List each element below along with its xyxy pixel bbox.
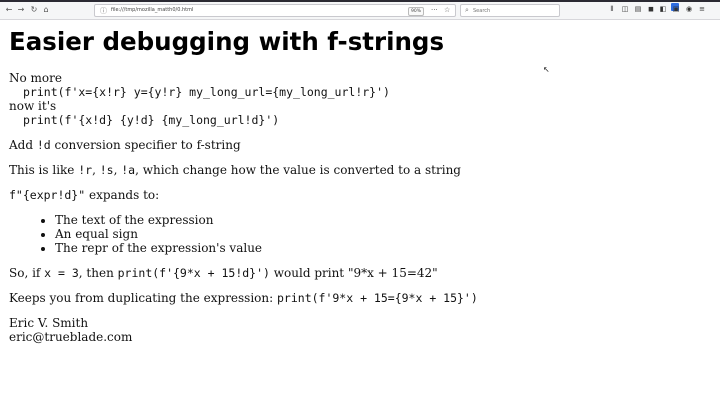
like-pre-text: This is like [9,163,79,177]
author-email: eric@trueblade.com [9,330,133,344]
window-top-edge [0,0,720,2]
back-icon[interactable]: ← [4,5,14,15]
expands-code: f"{expr!d}" [9,188,86,202]
so-mid-text: , then [78,266,118,280]
page-content: Easier debugging with f-strings No more … [9,27,709,344]
address-bar[interactable]: ⓘ file:///tmp/mozilla_matth0/0.html 90% … [94,4,456,17]
no-more-label: No more [9,71,62,85]
expands-post-text: expands to: [85,188,160,202]
new-code-line: print(f'{x!d} {y!d} {my_long_url!d}') [23,113,280,127]
like-post-text: , which change how the value is converte… [135,163,461,177]
add-post-text: conversion specifier to f-string [50,138,241,152]
zoom-level-badge[interactable]: 90% [408,7,425,16]
like-paragraph: This is like !r, !s, !a, which change ho… [9,163,709,177]
search-box[interactable]: ⌕ [460,4,560,17]
page-actions-icon[interactable]: ··· [431,6,438,14]
account-icon[interactable]: ◉ [685,5,693,14]
list-item: The repr of the expression's value [55,241,709,255]
extension-icon[interactable]: ◧ [659,5,667,14]
so-code-2: print(f'{9*x + 15!d}') [117,266,270,280]
search-input[interactable] [473,6,555,15]
keeps-pre-text: Keeps you from duplicating the expressio… [9,291,277,305]
old-code-line: print(f'x={x!r} y={y!r} my_long_url={my_… [23,85,390,99]
browser-toolbar: ← → ↻ ⌂ ⓘ file:///tmp/mozilla_matth0/0.h… [0,0,720,20]
search-icon: ⌕ [465,6,469,14]
bookmark-star-icon[interactable]: ☆ [444,6,450,14]
page-title: Easier debugging with f-strings [9,27,445,56]
screenshot-icon[interactable]: ◼ [647,5,655,14]
forward-icon[interactable]: → [16,5,26,15]
add-code: !d [36,138,51,152]
so-post-text: would print "9*x + 15=42" [269,266,438,280]
so-code-1: x = 3 [44,266,79,280]
page-info-icon[interactable]: ⓘ [100,6,107,16]
like-s-code: !s [99,163,114,177]
like-sep-1: , [92,163,100,177]
reload-icon[interactable]: ↻ [29,5,39,15]
keeps-paragraph: Keeps you from duplicating the expressio… [9,291,709,305]
home-icon[interactable]: ⌂ [41,5,51,15]
keeps-code: print(f'9*x + 15={9*x + 15}') [277,291,478,305]
library-icon[interactable]: ⫴ [608,5,616,14]
address-url[interactable]: file:///tmp/mozilla_matth0/0.html [111,7,193,13]
example-paragraph: So, if x = 3, then print(f'{9*x + 15!d}'… [9,266,709,280]
list-item: An equal sign [55,227,709,241]
add-pre-text: Add [9,138,37,152]
expansion-list: The text of the expression An equal sign… [9,213,709,255]
list-item: The text of the expression [55,213,709,227]
extension-icon-2[interactable]: ▣ [672,5,680,14]
reader-icon[interactable]: ▤ [634,5,642,14]
menu-icon[interactable]: ≡ [698,5,706,14]
like-r-code: !r [78,163,93,177]
expands-paragraph: f"{expr!d}" expands to: [9,188,709,202]
sidebar-icon[interactable]: ◫ [621,5,629,14]
now-its-label: now it's [9,99,57,113]
mouse-cursor-icon: ↖ [543,65,550,74]
add-specifier-paragraph: Add !d conversion specifier to f-string [9,138,709,152]
like-a-code: !a [121,163,136,177]
so-pre-text: So, if [9,266,45,280]
author-name: Eric V. Smith [9,316,89,330]
